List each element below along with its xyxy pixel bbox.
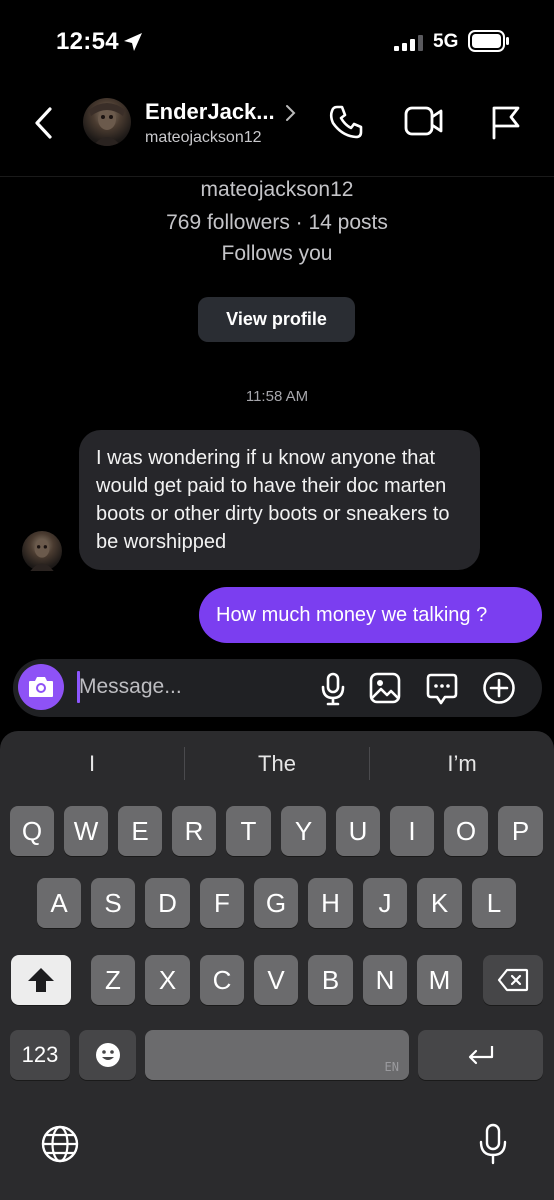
gallery-button[interactable] [369,672,401,704]
key-g[interactable]: G [254,878,298,928]
shift-icon [28,968,54,992]
return-icon [468,1046,493,1065]
battery-icon [468,30,510,52]
emoji-key[interactable] [79,1030,136,1080]
sender-avatar[interactable] [22,531,62,571]
numbers-key[interactable]: 123 [10,1030,70,1080]
image-icon [369,672,401,704]
space-language-label: EN [384,1060,399,1074]
key-p[interactable]: P [498,806,543,856]
key-y[interactable]: Y [281,806,326,856]
key-x[interactable]: X [145,955,190,1005]
camera-button[interactable] [18,664,64,710]
key-a[interactable]: A [37,878,81,928]
contact-avatar[interactable] [83,98,131,146]
voice-message-button[interactable] [319,672,347,706]
key-d[interactable]: D [145,878,190,928]
sticker-button[interactable] [425,672,459,706]
key-s[interactable]: S [91,878,135,928]
key-i[interactable]: I [390,806,434,856]
signal-icon [394,35,426,51]
report-button[interactable] [490,104,522,140]
globe-icon [41,1125,79,1163]
key-q[interactable]: Q [10,806,54,856]
camera-icon [29,677,53,697]
contact-username: mateojackson12 [145,129,262,146]
shift-key[interactable] [11,955,71,1005]
key-o[interactable]: O [444,806,488,856]
return-key[interactable] [418,1030,543,1080]
back-button[interactable] [28,104,62,142]
audio-call-button[interactable] [328,104,364,140]
message-timestamp: 11:58 AM [245,388,309,405]
message-composer [13,659,542,717]
video-camera-icon [404,106,443,136]
chevron-right-icon[interactable] [285,104,297,122]
key-w[interactable]: W [64,806,108,856]
plus-circle-icon [483,672,515,704]
phone-icon [329,105,363,139]
emoji-icon [95,1043,120,1067]
key-f[interactable]: F [200,878,244,928]
key-m[interactable]: M [417,955,462,1005]
key-n[interactable]: N [363,955,407,1005]
profile-stats: 769 followers · 14 posts [166,211,388,234]
video-call-button[interactable] [404,104,444,138]
key-k[interactable]: K [417,878,462,928]
received-message-bubble[interactable]: I was wondering if u know anyone that wo… [79,430,480,570]
key-h[interactable]: H [308,878,353,928]
dictation-icon [479,1123,507,1165]
suggestion-3[interactable]: I’m [370,751,554,777]
backspace-icon [497,968,529,992]
status-time: 12:54 [56,28,119,55]
backspace-key[interactable] [483,955,543,1005]
globe-key[interactable] [40,1124,80,1164]
message-input[interactable] [79,669,299,705]
microphone-icon [321,672,345,706]
dictation-key[interactable] [478,1123,508,1165]
space-key[interactable]: EN [145,1030,409,1080]
suggestion-2[interactable]: The [185,751,369,777]
suggestion-1[interactable]: I [0,751,184,777]
key-j[interactable]: J [363,878,407,928]
key-u[interactable]: U [336,806,380,856]
key-l[interactable]: L [472,878,516,928]
follows-you-label: Follows you [221,242,333,265]
key-t[interactable]: T [226,806,271,856]
key-r[interactable]: R [172,806,216,856]
sent-message-bubble[interactable]: How much money we talking ? [199,587,542,643]
profile-username: mateojackson12 [200,178,354,201]
keyboard: I The I’m Q W E R T Y U I O P A S D F G … [0,731,554,1200]
view-profile-button[interactable]: View profile [198,297,355,342]
sticker-icon [426,673,458,705]
more-options-button[interactable] [482,671,516,705]
key-v[interactable]: V [254,955,298,1005]
key-e[interactable]: E [118,806,162,856]
location-arrow-icon [122,31,144,53]
key-z[interactable]: Z [91,955,135,1005]
key-b[interactable]: B [308,955,353,1005]
header-divider [0,176,554,177]
flag-icon [492,106,520,140]
network-type: 5G [433,31,459,52]
back-chevron-icon [35,107,52,139]
key-c[interactable]: C [200,955,244,1005]
contact-name[interactable]: EnderJack... [145,99,275,125]
